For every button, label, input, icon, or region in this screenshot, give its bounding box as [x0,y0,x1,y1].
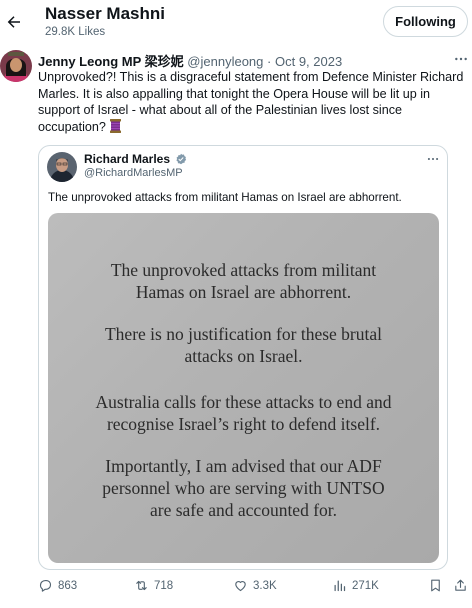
bookmark-button[interactable] [428,578,443,593]
statement-paragraph-3: Australia calls for these attacks to end… [48,391,439,435]
statement-line: The unprovoked attacks from militant [110,260,377,280]
statement-line: are safe and accounted for. [149,500,338,520]
verified-badge-icon [176,153,187,165]
meta-separator: · [267,54,272,69]
repost-count: 718 [154,579,174,592]
reply-count: 863 [58,579,78,592]
reply-button[interactable]: 863 [38,578,77,593]
tweet-header: Jenny Leong MP 梁珍妮 @jennyleong · Oct 9, … [38,51,342,70]
heart-icon [235,581,246,592]
statement-line: Australia calls for these attacks to end… [95,392,392,412]
tweet-author-handle[interactable]: @jennyleong [187,54,263,69]
more-dots-icon [427,157,439,161]
tweet-text: Unprovoked?! This is a disgraceful state… [38,70,464,134]
quoted-author-name[interactable]: Richard Marles [84,152,170,166]
more-dots-icon [455,57,467,61]
quoted-tweet-text: The unprovoked attacks from militant Ham… [48,191,402,204]
views-button[interactable]: 271K [332,578,379,593]
profile-header: Nasser Mashni 29.8K Likes Following [0,0,472,44]
tweet-author-name[interactable]: Jenny Leong MP 梁珍妮 [38,54,184,69]
statement-image[interactable]: The unprovoked attacks from militant Ham… [48,213,439,563]
statement-line: Importantly, I am advised that our ADF [105,456,382,476]
share-icon [455,579,466,591]
quoted-author-name-row: Richard Marles [84,152,187,166]
bookmark-icon [431,579,440,592]
repost-icon [136,580,147,591]
profile-likes-count: 29.8K Likes [45,26,106,38]
tweet-body: Unprovoked?! This is a disgraceful state… [38,69,466,135]
like-button[interactable]: 3.3K [233,578,277,593]
profile-name: Nasser Mashni [45,4,165,23]
statement-line: Hamas on Israel are abhorrent. [135,282,352,302]
statement-paragraph-2: There is no justification for these brut… [48,323,439,367]
following-button[interactable]: Following [383,6,468,37]
repost-button[interactable]: 718 [134,578,173,593]
more-options-button[interactable] [452,50,470,68]
statement-image-text: The unprovoked attacks from militant Ham… [48,213,439,563]
quoted-author-handle[interactable]: @RichardMarlesMP [84,167,183,179]
share-button[interactable] [453,578,468,593]
arrow-left-icon [7,16,20,28]
quoted-more-button[interactable] [423,151,443,167]
views-chart-icon [334,580,346,592]
reply-icon [39,579,52,592]
statement-paragraph-4: Importantly, I am advised that our ADF p… [48,455,439,521]
author-avatar[interactable] [0,50,32,82]
like-count: 3.3K [253,579,277,592]
statement-line: attacks on Israel. [184,346,303,366]
back-button[interactable] [2,10,26,34]
statement-line: personnel who are serving with UNTSO [102,478,385,498]
statement-paragraph-1: The unprovoked attacks from militant Ham… [48,259,439,303]
quoted-author-avatar[interactable] [47,152,77,182]
quoted-tweet[interactable]: Richard Marles @RichardMarlesMP The unpr… [38,145,448,570]
tweet-action-bar: 863 718 3.3K 271K [0,578,472,604]
statement-line: There is no justification for these brut… [104,324,382,344]
views-count: 271K [352,579,379,592]
statement-line: recognise Israel’s right to defend itsel… [106,414,381,434]
tweet-date[interactable]: Oct 9, 2023 [275,54,342,69]
thread-spool-icon [110,118,122,133]
